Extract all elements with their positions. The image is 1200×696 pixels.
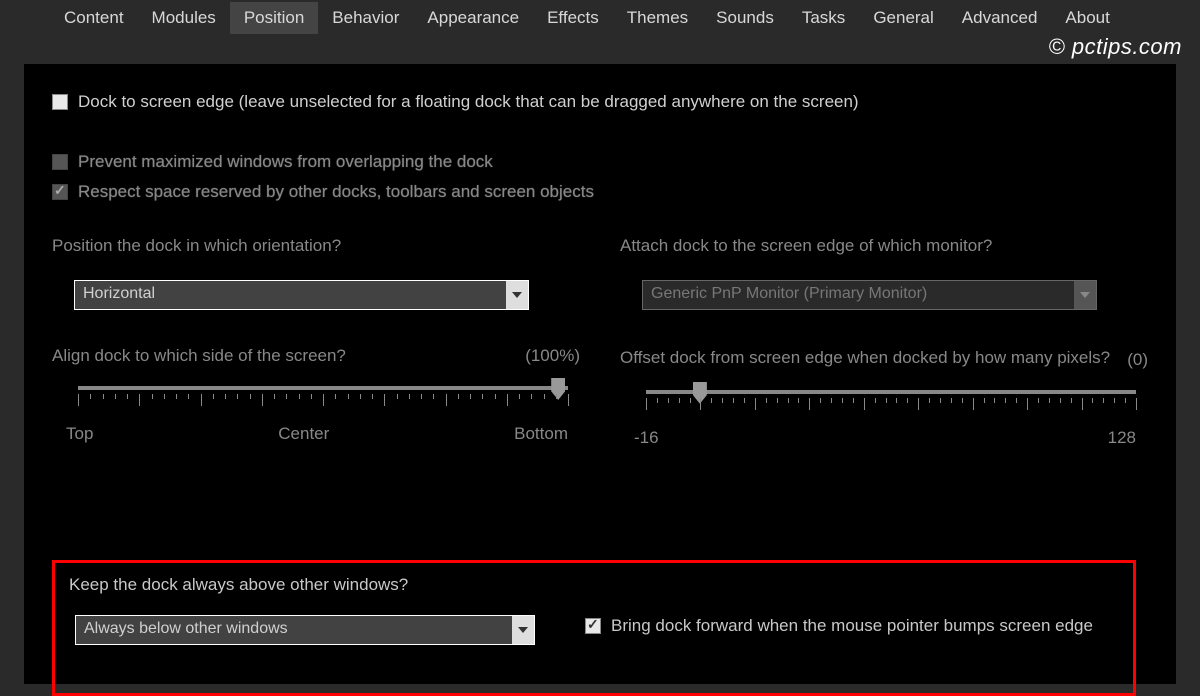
prevent-overlap-label: Prevent maximized windows from overlappi… <box>78 152 493 172</box>
chevron-down-icon <box>506 281 528 309</box>
bring-forward-label: Bring dock forward when the mouse pointe… <box>611 615 1093 638</box>
bring-forward-checkbox[interactable] <box>585 618 601 634</box>
tab-sounds[interactable]: Sounds <box>702 2 788 34</box>
align-label: Align dock to which side of the screen? <box>52 346 346 366</box>
tab-themes[interactable]: Themes <box>613 2 702 34</box>
dock-edge-checkbox[interactable] <box>52 94 68 110</box>
align-col: Align dock to which side of the screen? … <box>52 346 580 448</box>
align-max-label: Bottom <box>514 424 568 444</box>
offset-min-label: -16 <box>634 428 659 448</box>
tab-position[interactable]: Position <box>230 2 318 34</box>
respect-space-row: Respect space reserved by other docks, t… <box>52 182 1148 202</box>
respect-space-checkbox[interactable] <box>52 184 68 200</box>
tab-about[interactable]: About <box>1051 2 1123 34</box>
orientation-col: Position the dock in which orientation? … <box>52 236 580 310</box>
position-panel: Dock to screen edge (leave unselected fo… <box>24 64 1176 684</box>
offset-slider[interactable] <box>646 386 1136 414</box>
dock-edge-label: Dock to screen edge (leave unselected fo… <box>78 92 859 112</box>
tab-advanced[interactable]: Advanced <box>948 2 1052 34</box>
tab-modules[interactable]: Modules <box>138 2 230 34</box>
bring-forward-row: Bring dock forward when the mouse pointe… <box>585 615 1093 638</box>
align-value: (100%) <box>525 346 580 366</box>
orientation-monitor-row: Position the dock in which orientation? … <box>52 236 1148 310</box>
monitor-value: Generic PnP Monitor (Primary Monitor) <box>643 281 1074 309</box>
offset-max-label: 128 <box>1108 428 1136 448</box>
offset-value: (0) <box>1127 350 1148 370</box>
monitor-col: Attach dock to the screen edge of which … <box>620 236 1148 310</box>
align-mid-label: Center <box>278 424 329 444</box>
respect-space-label: Respect space reserved by other docks, t… <box>78 182 594 202</box>
chevron-down-icon <box>512 616 534 644</box>
monitor-select[interactable]: Generic PnP Monitor (Primary Monitor) <box>642 280 1097 310</box>
monitor-label: Attach dock to the screen edge of which … <box>620 236 1148 256</box>
align-slider[interactable] <box>78 382 568 410</box>
watermark: © pctips.com <box>1049 34 1182 60</box>
sliders-row: Align dock to which side of the screen? … <box>52 346 1148 448</box>
zorder-label: Keep the dock always above other windows… <box>69 575 1119 595</box>
chevron-down-icon <box>1074 281 1096 309</box>
tab-general[interactable]: General <box>859 2 947 34</box>
tab-tasks[interactable]: Tasks <box>788 2 859 34</box>
prevent-overlap-row: Prevent maximized windows from overlappi… <box>52 152 1148 172</box>
orientation-value: Horizontal <box>75 281 506 309</box>
align-min-label: Top <box>66 424 93 444</box>
zorder-highlight: Keep the dock always above other windows… <box>52 560 1136 696</box>
orientation-label: Position the dock in which orientation? <box>52 236 580 256</box>
zorder-value: Always below other windows <box>76 616 512 644</box>
tabs-bar: ContentModulesPositionBehaviorAppearance… <box>0 0 1200 34</box>
offset-label: Offset dock from screen edge when docked… <box>620 346 1110 370</box>
zorder-select[interactable]: Always below other windows <box>75 615 535 645</box>
tab-behavior[interactable]: Behavior <box>318 2 413 34</box>
prevent-overlap-checkbox[interactable] <box>52 154 68 170</box>
dock-edge-row: Dock to screen edge (leave unselected fo… <box>52 92 1148 112</box>
offset-col: Offset dock from screen edge when docked… <box>620 346 1148 448</box>
tab-appearance[interactable]: Appearance <box>413 2 533 34</box>
orientation-select[interactable]: Horizontal <box>74 280 529 310</box>
tab-content[interactable]: Content <box>50 2 138 34</box>
tab-effects[interactable]: Effects <box>533 2 613 34</box>
